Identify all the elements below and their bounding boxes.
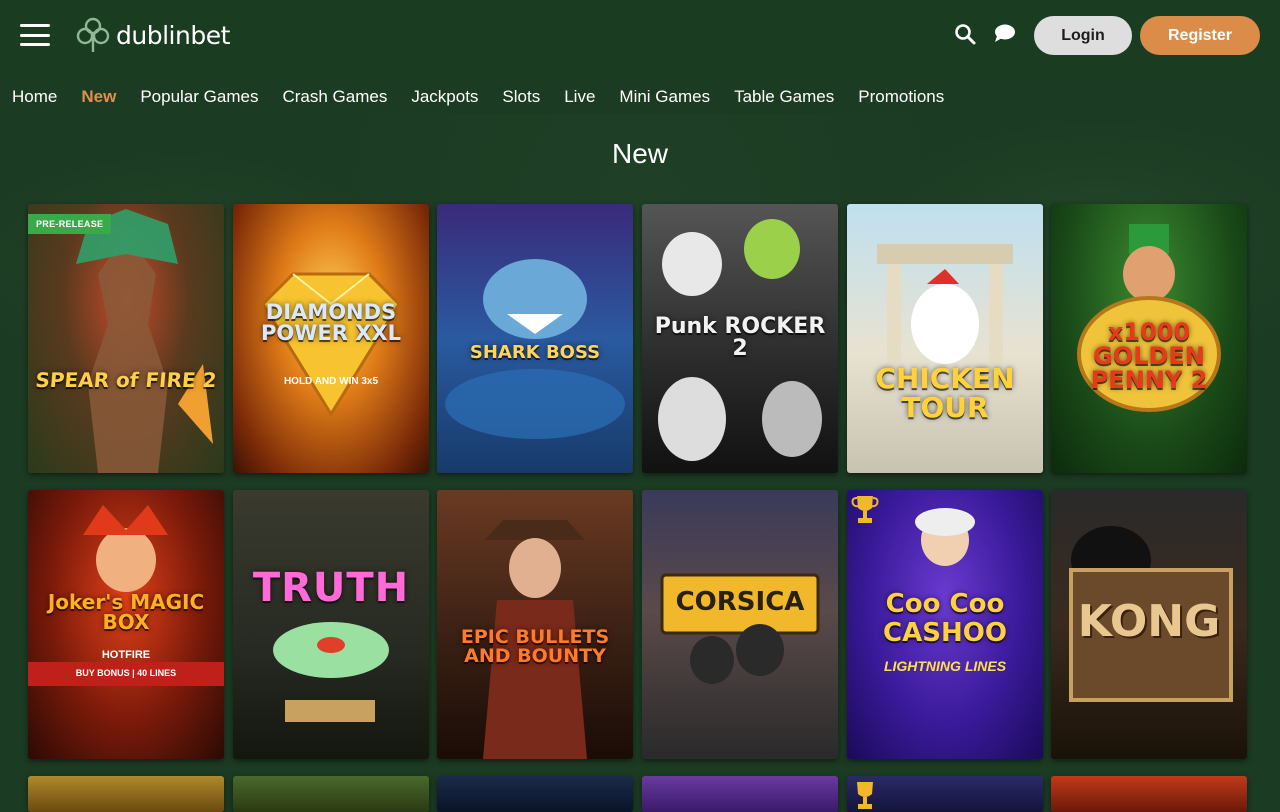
- top-header: dublinbet Login Register: [0, 0, 1280, 70]
- game-title: KONG: [1077, 596, 1221, 647]
- game-card[interactable]: EPIC BULLETS AND BOUNTY: [437, 490, 633, 759]
- game-art: [273, 622, 389, 722]
- nav-home[interactable]: Home: [12, 87, 57, 107]
- pre-release-badge: PRE-RELEASE: [28, 214, 112, 234]
- game-art: [660, 573, 820, 684]
- nav-mini-games[interactable]: Mini Games: [619, 87, 710, 107]
- game-title: EPIC BULLETS AND BOUNTY: [460, 626, 610, 667]
- game-card-partial[interactable]: [847, 776, 1043, 812]
- game-card[interactable]: Joker's MAGIC BOX HOTFIRE BUY BONUS | 40…: [28, 490, 224, 759]
- game-title: CHICKEN TOUR: [875, 362, 1015, 425]
- game-title: Punk ROCKER 2: [654, 314, 826, 361]
- game-card[interactable]: CHICKEN TOUR: [847, 204, 1043, 473]
- game-card[interactable]: SHARK BOSS: [437, 204, 633, 473]
- game-card[interactable]: DIAMONDS POWER XXL HOLD AND WIN 3x5: [233, 204, 429, 473]
- category-nav: Home New Popular Games Crash Games Jackp…: [0, 80, 968, 114]
- game-card[interactable]: CORSICA: [642, 490, 838, 759]
- game-art: [76, 209, 213, 473]
- game-card-partial[interactable]: [233, 776, 429, 812]
- game-card[interactable]: x1000 GOLDEN PENNY 2: [1051, 204, 1247, 473]
- menu-icon[interactable]: [20, 24, 50, 46]
- game-card[interactable]: KONG: [1051, 490, 1247, 759]
- nav-live[interactable]: Live: [564, 87, 595, 107]
- game-card[interactable]: TRUTH: [233, 490, 429, 759]
- game-card-partial[interactable]: [642, 776, 838, 812]
- login-button[interactable]: Login: [1034, 16, 1132, 55]
- brand-logo[interactable]: dublinbet: [76, 16, 230, 54]
- nav-table-games[interactable]: Table Games: [734, 87, 834, 107]
- game-art: [483, 520, 587, 759]
- game-subtitle: HOTFIRE: [101, 649, 151, 661]
- chat-icon[interactable]: [992, 22, 1018, 48]
- game-title: TRUTH: [252, 565, 410, 611]
- game-card[interactable]: PRE-RELEASE SPEAR of FIRE 2: [28, 204, 224, 473]
- game-title: DIAMONDS POWER XXL: [261, 300, 401, 345]
- nav-promotions[interactable]: Promotions: [858, 87, 944, 107]
- game-card-partial[interactable]: [28, 776, 224, 812]
- register-button[interactable]: Register: [1140, 16, 1260, 55]
- game-subtitle: LIGHTNING LINES: [883, 658, 1007, 674]
- game-title: Coo Coo CASHOO: [883, 589, 1007, 648]
- game-card[interactable]: Punk ROCKER 2: [642, 204, 838, 473]
- nav-popular-games[interactable]: Popular Games: [140, 87, 258, 107]
- game-subtitle-2: BUY BONUS | 40 LINES: [75, 668, 177, 678]
- page-title: New: [611, 138, 668, 169]
- brand-name: dublinbet: [116, 20, 230, 50]
- nav-crash-games[interactable]: Crash Games: [282, 87, 387, 107]
- game-title: CORSICA: [675, 587, 805, 617]
- game-title: Joker's MAGIC BOX: [47, 590, 205, 634]
- game-card-partial[interactable]: [1051, 776, 1247, 812]
- game-title: x1000 GOLDEN PENNY 2: [1090, 318, 1208, 394]
- game-card[interactable]: Coo Coo CASHOO LIGHTNING LINES: [847, 490, 1043, 759]
- game-title: SPEAR of FIRE 2: [34, 368, 218, 392]
- game-subtitle: HOLD AND WIN 3x5: [283, 376, 379, 387]
- trophy-icon: [857, 782, 873, 809]
- game-card-partial[interactable]: [437, 776, 633, 812]
- nav-new[interactable]: New: [81, 87, 116, 107]
- game-art: [445, 259, 625, 439]
- game-title: SHARK BOSS: [469, 342, 601, 363]
- nav-jackpots[interactable]: Jackpots: [411, 87, 478, 107]
- clover-icon: [76, 17, 110, 52]
- game-art: [877, 244, 1013, 364]
- search-icon[interactable]: [953, 22, 979, 48]
- nav-slots[interactable]: Slots: [502, 87, 540, 107]
